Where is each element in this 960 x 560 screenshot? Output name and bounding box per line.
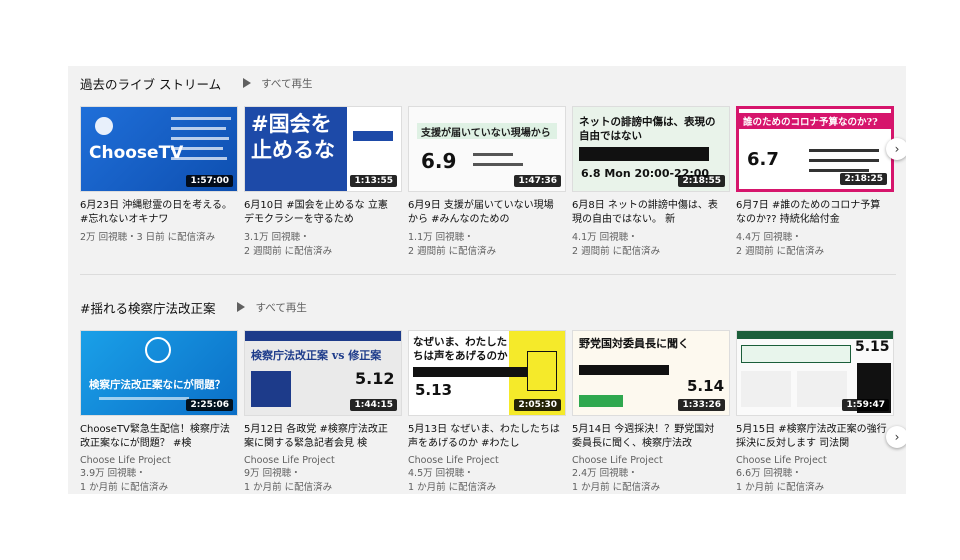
duration-badge: 2:18:25 <box>840 173 887 185</box>
video-card[interactable]: 誰のためのコロナ予算なのか?? 6.7 2:18:25 6月7日 #誰のためのコ… <box>736 106 894 259</box>
play-all-label: すべて再生 <box>255 301 307 314</box>
video-meta-secondary: 1 か月前 に配信済み <box>736 482 825 493</box>
thumbnail-text: 検察庁法改正案 vs 修正案 <box>251 349 382 362</box>
video-thumbnail[interactable]: #国会を止めるな 1:13:55 <box>244 106 402 192</box>
play-icon <box>243 78 252 88</box>
video-card[interactable]: なぜいま、わたしたちは声をあげるのか 5.13 2:05:30 5月13日 なぜ… <box>408 330 566 494</box>
channel-name[interactable]: Choose Life Project <box>736 454 894 467</box>
channel-name[interactable]: Choose Life Project <box>244 454 402 467</box>
video-meta: 2万 回視聴・3 日前 に配信済み <box>80 232 216 243</box>
video-row: 検察庁法改正案なにが問題？ 2:25:06 ChooseTV緊急生配信！検察庁法… <box>80 330 900 494</box>
shelf-header: #揺れる検察庁法改正案 すべて再生 <box>80 296 307 318</box>
video-meta: 9万 回視聴・ <box>244 468 301 479</box>
video-thumbnail[interactable]: なぜいま、わたしたちは声をあげるのか 5.13 2:05:30 <box>408 330 566 416</box>
video-card[interactable]: ネットの誹謗中傷は、表現の自由ではない 6.8 Mon 20:00-22:00 … <box>572 106 730 259</box>
video-thumbnail[interactable]: 検察庁法改正案なにが問題？ 2:25:06 <box>80 330 238 416</box>
duration-badge: 1:47:36 <box>514 175 561 187</box>
video-thumbnail[interactable]: 検察庁法改正案 vs 修正案 5.12 1:44:15 <box>244 330 402 416</box>
thumbnail-text: 検察庁法改正案なにが問題？ <box>89 379 226 391</box>
video-title[interactable]: 5月15日 #検察庁法改正案の強行採決に反対します 司法関 <box>736 423 888 450</box>
video-card[interactable]: #国会を止めるな 1:13:55 6月10日 #国会を止めるな 立憲デモクラシー… <box>244 106 402 259</box>
thumbnail-text: 野党国対委員長に聞く <box>579 337 689 350</box>
video-card[interactable]: ChooseTV 1:57:00 6月23日 沖縄慰霊の日を考える。 #忘れない… <box>80 106 238 259</box>
play-all-button[interactable]: すべて再生 <box>237 300 307 315</box>
video-meta: 4.5万 回視聴・ <box>408 468 474 479</box>
video-card[interactable]: 5.15 1:59:47 5月15日 #検察庁法改正案の強行採決に反対します 司… <box>736 330 894 494</box>
shelf-header: 過去のライブ ストリーム すべて再生 <box>80 72 312 94</box>
shelf-title[interactable]: 過去のライブ ストリーム <box>80 74 221 93</box>
video-meta-secondary: 1 か月前 に配信済み <box>572 482 661 493</box>
video-meta: 2.4万 回視聴・ <box>572 468 638 479</box>
logo-icon <box>145 337 171 363</box>
video-meta: 3.1万 回視聴・ <box>244 232 310 243</box>
video-title[interactable]: 6月10日 #国会を止めるな 立憲デモクラシーを守るため <box>244 199 396 226</box>
thumbnail-text: なぜいま、わたしたちは声をあげるのか <box>413 336 508 362</box>
video-meta-secondary: 1 か月前 に配信済み <box>80 482 169 493</box>
video-meta-secondary: 1 か月前 に配信済み <box>408 482 497 493</box>
thumbnail-text: 誰のためのコロナ予算なのか?? <box>743 117 878 128</box>
play-all-button[interactable]: すべて再生 <box>243 76 312 91</box>
video-title[interactable]: 5月12日 各政党 #検察庁法改正案に関する緊急記者会見 検 <box>244 423 396 450</box>
shelf-title[interactable]: #揺れる検察庁法改正案 <box>80 298 215 317</box>
chevron-right-icon[interactable]: › <box>886 426 906 448</box>
play-icon <box>237 302 246 312</box>
video-title[interactable]: 6月8日 ネットの誹謗中傷は、表現の自由ではない。 新 <box>572 199 724 226</box>
video-title[interactable]: 6月23日 沖縄慰霊の日を考える。 #忘れないオキナワ <box>80 199 232 226</box>
video-meta-secondary: 2 週間前 に配信済み <box>408 246 497 257</box>
video-row: ChooseTV 1:57:00 6月23日 沖縄慰霊の日を考える。 #忘れない… <box>80 106 900 259</box>
duration-badge: 2:05:30 <box>514 399 561 411</box>
video-title[interactable]: ChooseTV緊急生配信！検察庁法改正案なにが問題？ #検 <box>80 423 232 450</box>
video-card[interactable]: 支援が届いていない現場から 6.9 1:47:36 6月9日 支援が届いていない… <box>408 106 566 259</box>
duration-badge: 2:25:06 <box>186 399 233 411</box>
chevron-right-icon[interactable]: › <box>886 138 906 160</box>
duration-badge: 1:33:26 <box>678 399 725 411</box>
video-card[interactable]: 検察庁法改正案なにが問題？ 2:25:06 ChooseTV緊急生配信！検察庁法… <box>80 330 238 494</box>
channel-name[interactable]: Choose Life Project <box>80 454 238 467</box>
video-title[interactable]: 6月7日 #誰のためのコロナ予算 なのか?? 持続化給付金 <box>736 199 888 226</box>
video-thumbnail[interactable]: 支援が届いていない現場から 6.9 1:47:36 <box>408 106 566 192</box>
video-meta: 3.9万 回視聴・ <box>80 468 146 479</box>
video-card[interactable]: 検察庁法改正案 vs 修正案 5.12 1:44:15 5月12日 各政党 #検… <box>244 330 402 494</box>
duration-badge: 1:57:00 <box>186 175 233 187</box>
duration-badge: 1:59:47 <box>842 399 889 411</box>
video-title[interactable]: 5月13日 なぜいま、わたしたちは声をあげるのか #わたし <box>408 423 560 450</box>
video-title[interactable]: 6月9日 支援が届いていない現場から #みんなのための <box>408 199 560 226</box>
video-thumbnail[interactable]: ネットの誹謗中傷は、表現の自由ではない 6.8 Mon 20:00-22:00 … <box>572 106 730 192</box>
video-meta-secondary: 2 週間前 に配信済み <box>244 246 333 257</box>
shelf-divider <box>80 274 896 275</box>
flower-logo-icon <box>95 117 113 135</box>
video-thumbnail[interactable]: 誰のためのコロナ予算なのか?? 6.7 2:18:25 <box>736 106 894 192</box>
video-meta: 4.4万 回視聴・ <box>736 232 802 243</box>
video-meta-secondary: 2 週間前 に配信済み <box>736 246 825 257</box>
video-meta-secondary: 2 週間前 に配信済み <box>572 246 661 257</box>
duration-badge: 1:44:15 <box>350 399 397 411</box>
thumbnail-text: ネットの誹謗中傷は、表現の自由ではない <box>579 116 716 142</box>
video-card[interactable]: 野党国対委員長に聞く 5.14 1:33:26 5月14日 今週採決！？野党国対… <box>572 330 730 494</box>
thumbnail-text: 5.15 <box>855 339 890 355</box>
channel-name[interactable]: Choose Life Project <box>572 454 730 467</box>
thumbnail-text: 支援が届いていない現場から <box>421 128 551 139</box>
video-meta-secondary: 1 か月前 に配信済み <box>244 482 333 493</box>
duration-badge: 1:13:55 <box>350 175 397 187</box>
thumbnail-text: ChooseTV <box>89 143 184 163</box>
channel-shelves-panel: 過去のライブ ストリーム すべて再生 ChooseTV 1:57:00 6月23… <box>68 66 906 494</box>
channel-name[interactable]: Choose Life Project <box>408 454 566 467</box>
play-all-label: すべて再生 <box>261 77 313 90</box>
video-meta: 4.1万 回視聴・ <box>572 232 638 243</box>
video-thumbnail[interactable]: ChooseTV 1:57:00 <box>80 106 238 192</box>
video-meta: 1.1万 回視聴・ <box>408 232 474 243</box>
duration-badge: 2:18:55 <box>678 175 725 187</box>
video-thumbnail[interactable]: 野党国対委員長に聞く 5.14 1:33:26 <box>572 330 730 416</box>
thumbnail-text: #国会を止めるな <box>251 111 335 162</box>
video-thumbnail[interactable]: 5.15 1:59:47 <box>736 330 894 416</box>
video-title[interactable]: 5月14日 今週採決！？野党国対委員長に聞く、検察庁法改 <box>572 423 724 450</box>
video-meta: 6.6万 回視聴・ <box>736 468 802 479</box>
